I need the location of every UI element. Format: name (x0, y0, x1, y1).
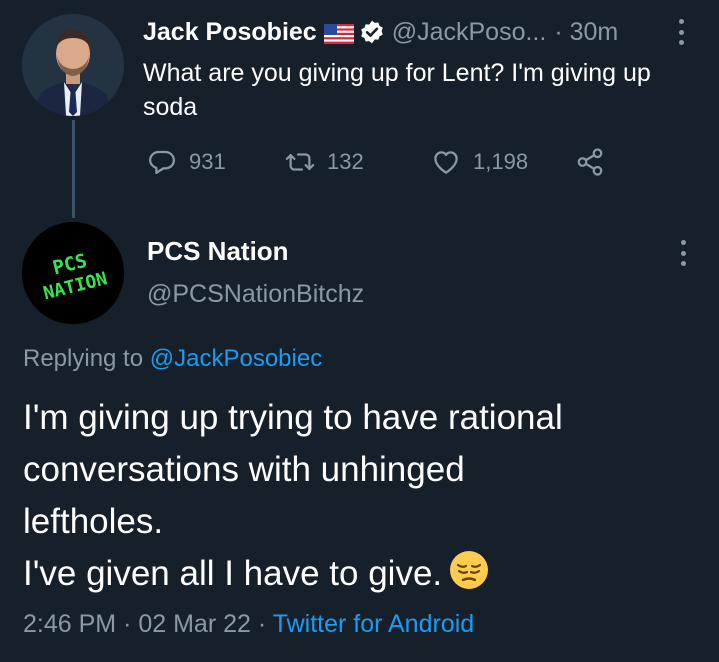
pcs-nation-avatar[interactable]: PCS NATION (22, 222, 124, 324)
reply-text-line: leftholes. (23, 502, 164, 541)
retweet-icon (285, 153, 315, 171)
pensive-face-emoji-icon (448, 549, 490, 591)
reply-author-handle[interactable]: @PCSNationBitchz (147, 280, 364, 309)
parent-time-value: 30m (569, 17, 619, 46)
jack-posobiec-avatar[interactable] (22, 14, 124, 116)
meta-separator: · (123, 610, 132, 638)
reply-tweet-metadata: 2:46 PM · 02 Mar 22 · Twitter for Androi… (23, 610, 474, 639)
reply-more-options-icon[interactable] (679, 240, 687, 266)
heart-icon (434, 151, 458, 174)
reply-text-last-line: I've given all I have to give. (23, 548, 703, 600)
parent-author-name[interactable]: Jack Posobiec (143, 18, 317, 47)
parent-author-handle[interactable]: @JackPoso... (392, 18, 547, 47)
share-button[interactable] (575, 140, 605, 184)
reply-text-line: I'm giving up trying to have rational (23, 398, 563, 437)
time-separator: · (554, 17, 563, 46)
tweet-source-link[interactable]: Twitter for Android (273, 610, 474, 638)
parent-more-options-icon[interactable] (677, 19, 685, 45)
like-button[interactable]: 1,198 (431, 140, 528, 184)
parent-tweet-header: Jack Posobiec @JackPoso... · 30m (143, 14, 618, 50)
reply-time[interactable]: 2:46 PM (23, 610, 116, 638)
parent-tweet-text: What are you giving up for Lent? I'm giv… (143, 59, 651, 121)
reply-text-line: I've given all I have to give. (23, 554, 443, 593)
pcs-nation-logo: PCS NATION (22, 222, 124, 324)
reply-button[interactable]: 931 (147, 140, 226, 184)
parent-tweet-time[interactable]: · 30m (554, 18, 618, 47)
reply-count: 931 (189, 149, 226, 174)
thread-connector-line (72, 120, 75, 218)
reply-text-line: conversations with unhinged (23, 450, 465, 489)
reply-date[interactable]: 02 Mar 22 (138, 610, 251, 638)
like-count: 1,198 (473, 149, 529, 174)
reply-tweet-text: I'm giving up trying to have rational co… (23, 392, 703, 600)
replying-to-prefix: Replying to (23, 345, 144, 372)
us-flag-icon (323, 22, 354, 44)
retweet-button[interactable]: 132 (285, 140, 364, 184)
replying-to-line: Replying to @JackPosobiec (23, 345, 322, 373)
reply-author-name[interactable]: PCS Nation (147, 236, 289, 267)
share-icon (577, 148, 603, 176)
tweet-thread: Jack Posobiec @JackPoso... · 30m What ar… (0, 0, 719, 662)
meta-separator: · (257, 610, 267, 638)
reply-icon (149, 150, 175, 174)
retweet-count: 132 (327, 149, 364, 174)
replying-to-handle-link[interactable]: @JackPosobiec (150, 345, 322, 372)
parent-tweet-actions: 931 132 1,198 (143, 140, 613, 184)
verified-badge-icon (359, 19, 385, 45)
avatar-portrait-icon (22, 14, 124, 116)
